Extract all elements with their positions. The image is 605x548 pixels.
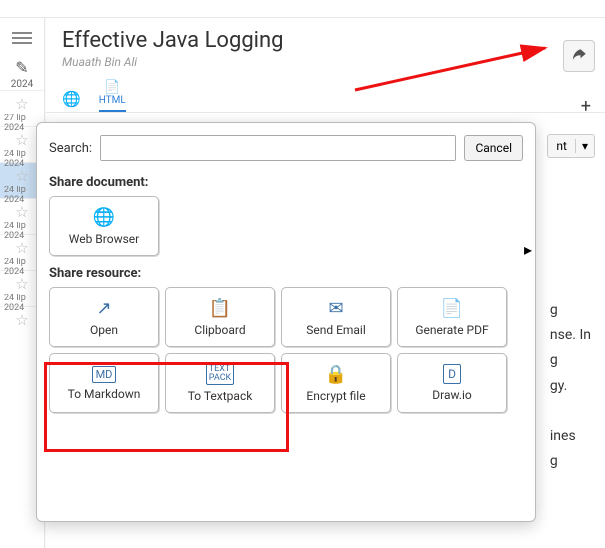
hamburger-menu[interactable]: [7, 26, 37, 50]
email-icon: ✉: [328, 298, 343, 319]
pdf-icon: 📄: [441, 298, 463, 319]
tile-encrypt-file[interactable]: 🔒Encrypt file: [281, 353, 391, 413]
search-label: Search:: [49, 141, 92, 156]
globe-icon: 🌐: [93, 207, 115, 228]
tile-clipboard[interactable]: 📋Clipboard: [165, 287, 275, 347]
wand-icon[interactable]: ✎: [0, 58, 44, 77]
tile-send-email[interactable]: ✉Send Email: [281, 287, 391, 347]
tile-open[interactable]: ↗Open: [49, 287, 159, 347]
document-author: Muaath Bin Ali: [46, 53, 605, 79]
chevron-down-icon[interactable]: ▾: [575, 139, 594, 153]
markdown-icon: MD: [92, 366, 117, 383]
globe-icon: 🌐: [62, 90, 81, 108]
tab-html[interactable]: 📄HTML: [99, 80, 126, 112]
mouse-cursor-icon: ▸: [524, 240, 532, 259]
share-arrow-icon: [570, 47, 588, 65]
share-dialog: Search: Cancel Share document: 🌐Web Brow…: [36, 122, 536, 522]
nt-dropdown[interactable]: nt▾: [547, 134, 595, 158]
star-icon[interactable]: ☆: [0, 95, 44, 113]
background-text: gnse. Inggy.inesg: [550, 298, 591, 474]
tile-drawio[interactable]: DDraw.io: [397, 353, 507, 413]
clipboard-icon: 📋: [209, 298, 231, 319]
share-button[interactable]: [563, 40, 595, 72]
tile-to-markdown[interactable]: MDTo Markdown: [49, 353, 159, 413]
drawio-icon: D: [443, 364, 461, 384]
textpack-icon: TEXTPACK: [206, 363, 234, 385]
tile-web-browser[interactable]: 🌐Web Browser: [49, 196, 159, 256]
html-icon: 📄: [104, 80, 120, 95]
share-resource-heading: Share resource:: [49, 266, 523, 281]
open-icon: ↗: [96, 298, 111, 319]
cancel-button[interactable]: Cancel: [464, 135, 523, 161]
tab-www[interactable]: 🌐: [62, 90, 81, 112]
add-tab-button[interactable]: +: [581, 96, 591, 117]
tile-generate-pdf[interactable]: 📄Generate PDF: [397, 287, 507, 347]
document-title: Effective Java Logging: [46, 18, 605, 53]
tile-to-textpack[interactable]: TEXTPACKTo Textpack: [165, 353, 275, 413]
search-input[interactable]: [100, 135, 456, 161]
year-label: 2024: [0, 79, 44, 90]
share-document-heading: Share document:: [49, 175, 523, 190]
lock-icon: 🔒: [325, 364, 347, 385]
